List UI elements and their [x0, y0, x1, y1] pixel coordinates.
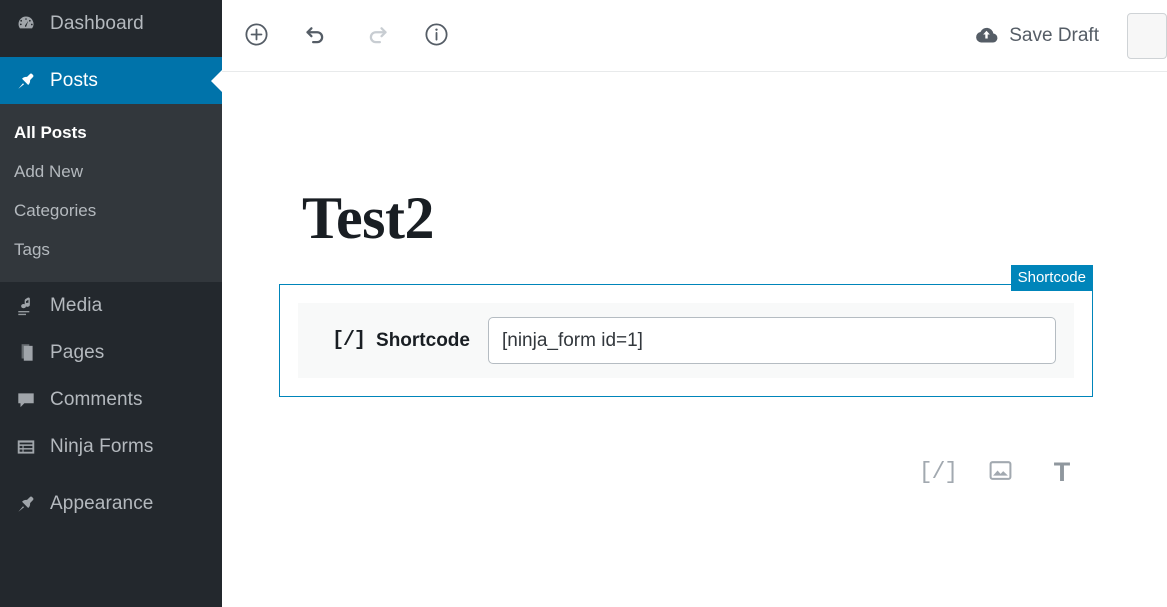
sidebar-item-pages[interactable]: Pages [0, 329, 222, 376]
sidebar-item-label: Comments [50, 388, 143, 410]
block-type-badge: Shortcode [1010, 265, 1093, 291]
shortcode-glyph: [/] [918, 459, 958, 485]
cloud-upload-icon [974, 23, 999, 48]
sidebar-item-label: Posts [50, 69, 99, 91]
sidebar-item-appearance[interactable]: Appearance [0, 480, 222, 527]
shortcode-field-label: [/] Shortcode [316, 329, 488, 352]
content-structure-button[interactable] [414, 14, 458, 58]
pin-icon [8, 70, 44, 92]
submenu-item-all-posts[interactable]: All Posts [0, 113, 222, 152]
form-icon [8, 436, 44, 458]
save-draft-button[interactable]: Save Draft [960, 15, 1113, 56]
undo-icon [303, 21, 330, 51]
toolbar-left-group [234, 14, 458, 58]
text-glyph: T [1053, 456, 1071, 487]
shortcode-panel: [/] Shortcode [298, 303, 1074, 378]
add-block-button[interactable] [234, 14, 278, 58]
image-icon [987, 457, 1014, 487]
undo-button[interactable] [294, 14, 338, 58]
submenu-item-add-new[interactable]: Add New [0, 152, 222, 191]
shortcode-block[interactable]: Shortcode [/] Shortcode [279, 265, 1093, 397]
shortcode-input[interactable] [487, 317, 1056, 364]
info-icon [423, 21, 450, 51]
admin-sidebar: Dashboard Posts All Posts Add New Catego… [0, 0, 222, 607]
submenu-item-categories[interactable]: Categories [0, 191, 222, 230]
redo-icon [363, 21, 390, 51]
sidebar-item-comments[interactable]: Comments [0, 376, 222, 423]
sidebar-item-label: Media [50, 294, 103, 316]
insert-image-icon[interactable] [984, 456, 1016, 488]
sidebar-separator [0, 47, 222, 57]
editor-toolbar: Save Draft [222, 0, 1167, 72]
shortcode-label-text: Shortcode [376, 329, 470, 351]
sidebar-item-label: Pages [50, 341, 105, 363]
insert-text-icon[interactable]: T [1046, 456, 1078, 488]
pages-icon [8, 342, 44, 364]
brush-icon [8, 493, 44, 515]
save-draft-label: Save Draft [1009, 24, 1099, 46]
media-icon [8, 295, 44, 317]
editor-canvas[interactable]: Test2 Shortcode [/] Shortcode [/] [222, 72, 1167, 607]
post-title[interactable]: Test2 [302, 188, 434, 248]
toolbar-right-group: Save Draft [960, 12, 1167, 59]
wordpress-editor-app: Dashboard Posts All Posts Add New Catego… [0, 0, 1167, 607]
editor-main: Save Draft Test2 Shortcode [/] Shortcode [222, 0, 1167, 607]
plus-circle-icon [243, 21, 270, 51]
sidebar-item-posts[interactable]: Posts [0, 57, 222, 104]
insert-shortcode-icon[interactable]: [/] [918, 456, 958, 488]
quick-insert-row: [/] T [918, 456, 1078, 488]
shortcode-brackets-icon: [/] [332, 329, 366, 352]
sidebar-item-label: Ninja Forms [50, 435, 154, 457]
sidebar-item-dashboard[interactable]: Dashboard [0, 0, 222, 47]
sidebar-item-label: Dashboard [50, 12, 144, 34]
dashboard-icon [8, 13, 44, 35]
sidebar-item-label: Appearance [50, 492, 154, 514]
posts-submenu: All Posts Add New Categories Tags [0, 104, 222, 282]
sidebar-item-media[interactable]: Media [0, 282, 222, 329]
submenu-item-tags[interactable]: Tags [0, 230, 222, 269]
redo-button[interactable] [354, 14, 398, 58]
sidebar-separator-2 [0, 470, 222, 480]
comment-icon [8, 389, 44, 411]
preview-button[interactable] [1127, 12, 1167, 59]
sidebar-item-ninja-forms[interactable]: Ninja Forms [0, 423, 222, 470]
